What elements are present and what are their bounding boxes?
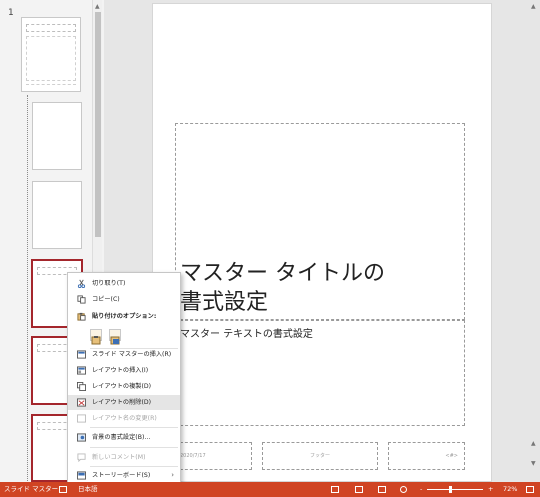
slide-sorter-icon[interactable]: [355, 486, 363, 493]
language-label[interactable]: 日本語: [78, 482, 98, 497]
menu-item-new-comment: 新しいコメント(M): [68, 450, 180, 465]
powerpoint-window: 1 ▲ マスター タイトルの 書式設定 マスター テキストの書式設定 2020/…: [0, 0, 540, 497]
menu-item-duplicate-layout[interactable]: レイアウトの複製(D): [68, 379, 180, 394]
menu-separator: [90, 466, 178, 467]
submenu-arrow-icon: ›: [171, 471, 174, 479]
zoom-out-button[interactable]: -: [420, 482, 422, 497]
delete-layout-icon: [77, 398, 86, 407]
thumb-title-placeholder: [26, 24, 76, 32]
thumb-body-placeholder: [26, 36, 76, 81]
zoom-slider[interactable]: [427, 489, 483, 490]
context-menu: 切り取り(T) コピー(C) 貼り付けのオプション: スライド マスターの挿入(…: [67, 272, 181, 483]
reading-view-icon[interactable]: [378, 486, 386, 493]
zoom-level[interactable]: 72%: [503, 482, 517, 497]
accessibility-icon[interactable]: [59, 486, 67, 493]
normal-view-icon[interactable]: [331, 486, 339, 493]
slideshow-icon[interactable]: [400, 486, 407, 493]
paste-picture-icon: [110, 336, 120, 345]
date-placeholder[interactable]: 2020/7/17: [175, 442, 252, 470]
copy-icon: [77, 295, 86, 304]
layout-tree-line: [27, 95, 28, 485]
comment-icon: [77, 453, 86, 462]
scroll-up-icon[interactable]: ▲: [95, 3, 100, 10]
next-slide-icon[interactable]: ▼: [531, 460, 536, 467]
zoom-slider-knob[interactable]: [449, 486, 452, 493]
master-thumbnail[interactable]: [21, 17, 81, 92]
title-text[interactable]: マスター タイトルの 書式設定: [180, 259, 385, 317]
menu-separator: [90, 427, 178, 428]
layout-thumbnail[interactable]: [32, 181, 82, 249]
menu-item-delete-layout[interactable]: レイアウトの削除(D): [68, 395, 180, 410]
menu-item-rename-layout: レイアウト名の変更(R): [68, 411, 180, 426]
menu-item-cut[interactable]: 切り取り(T): [68, 276, 180, 291]
slide-number: 1: [8, 8, 14, 18]
menu-item-insert-layout[interactable]: レイアウトの挿入(I): [68, 363, 180, 378]
scissors-icon: [77, 279, 86, 288]
scroll-up-icon[interactable]: ▲: [531, 3, 536, 10]
insert-layout-icon: [77, 366, 86, 375]
thumb-footer-placeholder: [26, 84, 76, 88]
view-label: スライド マスター: [4, 485, 59, 493]
title-placeholder[interactable]: マスター タイトルの 書式設定: [175, 123, 465, 320]
prev-slide-icon[interactable]: ▲: [531, 440, 536, 447]
zoom-in-button[interactable]: +: [488, 482, 493, 497]
layout-thumbnail[interactable]: [32, 102, 82, 170]
menu-item-copy[interactable]: コピー(C): [68, 292, 180, 307]
insert-master-icon: [77, 350, 86, 359]
duplicate-layout-icon: [77, 382, 86, 391]
paste-icon: [77, 312, 86, 321]
footer-placeholder[interactable]: フッター: [262, 442, 378, 470]
scroll-thumb[interactable]: [95, 12, 101, 237]
body-text[interactable]: マスター テキストの書式設定: [180, 325, 313, 340]
menu-separator: [90, 447, 178, 448]
slide-canvas[interactable]: マスター タイトルの 書式設定 マスター テキストの書式設定 2020/7/17…: [152, 3, 492, 482]
menu-item-storyboard[interactable]: ストーリーボード(S) ›: [68, 468, 180, 483]
rename-layout-icon: [77, 414, 86, 423]
menu-item-insert-master[interactable]: スライド マスターの挿入(R): [68, 347, 180, 362]
menu-item-paste-options: 貼り付けのオプション:: [68, 309, 180, 324]
editor-scrollbar[interactable]: ▲ ▲ ▼: [528, 0, 540, 482]
format-background-icon: [77, 433, 86, 442]
paste-use-destination-theme-button[interactable]: [90, 329, 102, 345]
slide-number-placeholder[interactable]: <#>: [388, 442, 465, 470]
paste-picture-button[interactable]: [109, 329, 121, 345]
status-bar: スライド マスター 日本語 - + 72%: [0, 482, 540, 497]
fit-to-window-icon[interactable]: [526, 486, 534, 493]
menu-item-format-background[interactable]: 背景の書式設定(B)...: [68, 430, 180, 445]
storyboard-icon: [77, 471, 86, 480]
paste-clipboard-icon: [91, 336, 101, 345]
body-placeholder[interactable]: マスター テキストの書式設定: [175, 320, 465, 426]
